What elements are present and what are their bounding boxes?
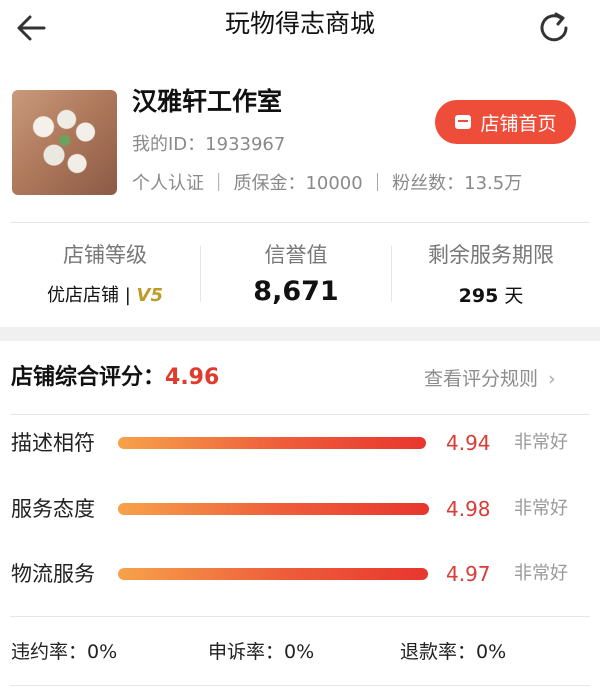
refresh-icon[interactable] [534, 8, 574, 48]
rating-row-score: 4.97 [446, 562, 491, 586]
shop-id: 我的ID：1933967 [132, 134, 286, 155]
credit-value: 8,671 [253, 276, 339, 307]
divider [10, 616, 590, 617]
remaining-label: 剩余服务期限 [428, 243, 554, 267]
rating-row-tag: 非常好 [514, 498, 568, 519]
breach-rate: 违约率：0% [11, 641, 118, 663]
shop-level-text: 优店店铺 | [47, 285, 131, 306]
shop-home-label: 店铺首页 [480, 112, 557, 135]
remaining-days: 295 [458, 285, 499, 307]
rating-score: 4.96 [165, 365, 220, 390]
chevron-right-icon: › [548, 368, 556, 390]
divider [10, 685, 590, 686]
shop-level-label: 店铺等级 [63, 243, 147, 267]
shop-avatar [12, 90, 117, 195]
rating-row-tag: 非常好 [514, 432, 568, 453]
rating-bar [118, 503, 429, 515]
remaining-unit: 天 [504, 285, 524, 307]
complaint-rate: 申诉率：0% [208, 641, 315, 663]
shop-meta: 个人认证 ｜ 质保金：10000 ｜ 粉丝数：13.5万 [132, 173, 523, 194]
rating-row-label: 物流服务 [11, 562, 95, 586]
rating-title: 店铺综合评分：4.96 [11, 362, 219, 394]
page-title: 玩物得志商城 [224, 9, 375, 38]
shop-level-value: 优店店铺 | V5 [10, 282, 200, 310]
remaining-value: 295 天 [392, 282, 590, 310]
refund-rate: 退款率：0% [400, 641, 507, 663]
rating-row-label: 描述相符 [11, 431, 95, 455]
rating-row-score: 4.94 [446, 431, 491, 455]
rating-row-label: 服务态度 [11, 497, 95, 521]
rating-bar [118, 568, 428, 580]
shop-home-button[interactable]: 店铺首页 [435, 100, 576, 144]
vip-badge: V5 [136, 285, 163, 306]
shop-name: 汉雅轩工作室 [132, 87, 283, 116]
rating-rules-label: 查看评分规则 [424, 368, 539, 390]
rating-bar [118, 437, 426, 449]
rating-row-tag: 非常好 [514, 563, 568, 584]
section-separator [0, 327, 600, 341]
rating-title-label: 店铺综合评分： [11, 365, 166, 390]
divider [10, 222, 590, 223]
rating-row-score: 4.98 [446, 497, 491, 521]
rating-rules-link[interactable]: 查看评分规则 › [424, 364, 556, 394]
credit-label: 信誉值 [264, 243, 328, 267]
store-icon [455, 115, 472, 129]
divider [10, 414, 590, 415]
